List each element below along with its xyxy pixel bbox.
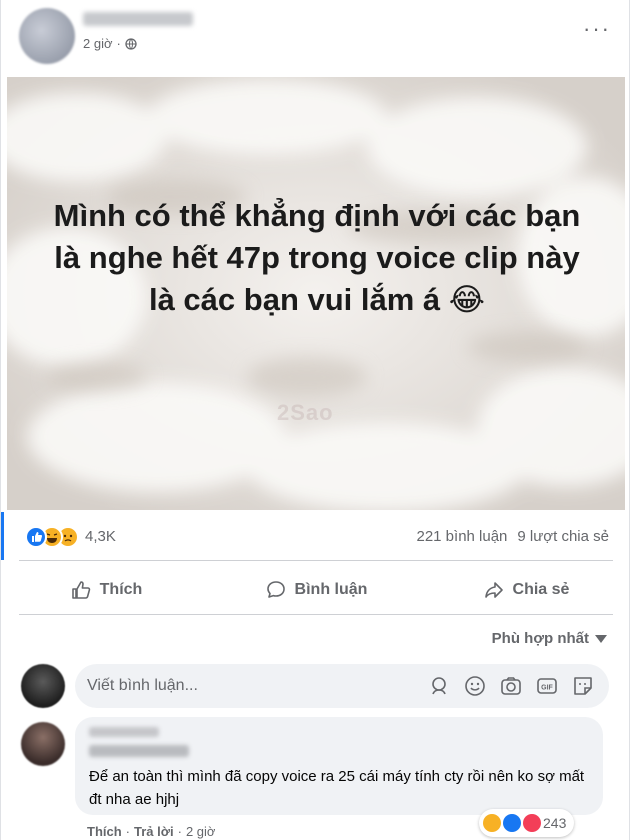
speech-bubble-icon — [266, 581, 285, 598]
share-arrow-icon — [484, 582, 503, 598]
comment-reply-button[interactable]: Trả lời — [134, 824, 174, 839]
comment-button[interactable]: Bình luận — [211, 566, 421, 614]
post-image[interactable]: Mình có thể khẳng định với các bạn là ng… — [7, 77, 625, 510]
divider — [19, 614, 613, 615]
comment-text: Để an toàn thì mình đã copy voice ra 25 … — [89, 768, 585, 808]
engagement-counts: 221 bình luận 9 lượt chia sẻ — [416, 528, 609, 545]
share-label: Chia sẻ — [512, 581, 570, 598]
svg-text:GIF: GIF — [541, 685, 553, 692]
post-stats: 4,3K 221 bình luận 9 lượt chia sẻ — [1, 516, 630, 560]
share-button[interactable]: Chia sẻ — [421, 566, 630, 614]
comment-reactions[interactable]: 243 — [479, 809, 575, 837]
reaction-count[interactable]: 4,3K — [85, 528, 116, 545]
love-reaction-icon — [523, 814, 541, 832]
comment-time[interactable]: 2 giờ — [186, 824, 216, 839]
post-header: 2 giờ · ··· — [1, 0, 630, 72]
post-meta: 2 giờ · — [83, 36, 137, 51]
globe-icon — [125, 37, 137, 50]
commenter-badge-blurred — [89, 727, 159, 737]
comments-count[interactable]: 221 bình luận — [416, 528, 507, 545]
thumbs-up-icon — [71, 581, 90, 599]
comment-like-button[interactable]: Thích — [87, 824, 122, 839]
sticker-icon[interactable] — [571, 674, 595, 698]
commenter-name-blurred[interactable] — [89, 745, 189, 757]
comment-composer[interactable]: GIF — [75, 664, 609, 708]
gif-icon[interactable]: GIF — [535, 674, 559, 698]
like-button[interactable]: Thích — [1, 566, 211, 614]
divider — [19, 560, 613, 561]
haha-reaction-icon — [483, 814, 501, 832]
comment-sort-dropdown[interactable]: Phù hợp nhất — [492, 630, 607, 647]
image-caption: Mình có thể khẳng định với các bạn là ng… — [53, 198, 581, 317]
more-options-button[interactable]: ··· — [583, 18, 611, 40]
author-avatar[interactable] — [19, 8, 75, 64]
composer-icons: GIF — [427, 674, 595, 698]
current-user-avatar[interactable] — [21, 664, 65, 708]
comment-meta: Thích · Trả lời · 2 giờ — [87, 824, 216, 839]
author-name-blurred[interactable] — [83, 12, 193, 26]
comment-reaction-count: 243 — [543, 815, 567, 831]
post-time[interactable]: 2 giờ — [83, 36, 113, 51]
post-actions: Thích Bình luận Chia sẻ — [1, 566, 630, 614]
smiley-icon[interactable] — [463, 674, 487, 698]
sort-label: Phù hợp nhất — [491, 630, 589, 647]
watermark: 2Sao — [277, 400, 334, 425]
commenter-avatar[interactable] — [21, 722, 65, 766]
like-reaction-icon[interactable] — [25, 526, 47, 548]
comment-input[interactable] — [87, 677, 427, 695]
like-reaction-icon — [503, 814, 521, 832]
shares-count[interactable]: 9 lượt chia sẻ — [517, 528, 609, 545]
comment-bubble: Để an toàn thì mình đã copy voice ra 25 … — [75, 717, 603, 815]
comment-label: Bình luận — [294, 581, 368, 598]
like-label: Thích — [99, 581, 143, 598]
camera-icon[interactable] — [499, 674, 523, 698]
caret-down-icon — [595, 634, 607, 643]
avatar-sticker-icon[interactable] — [427, 674, 451, 698]
facebook-post: 2 giờ · ··· Mình có thể khẳng định với c… — [0, 0, 630, 840]
